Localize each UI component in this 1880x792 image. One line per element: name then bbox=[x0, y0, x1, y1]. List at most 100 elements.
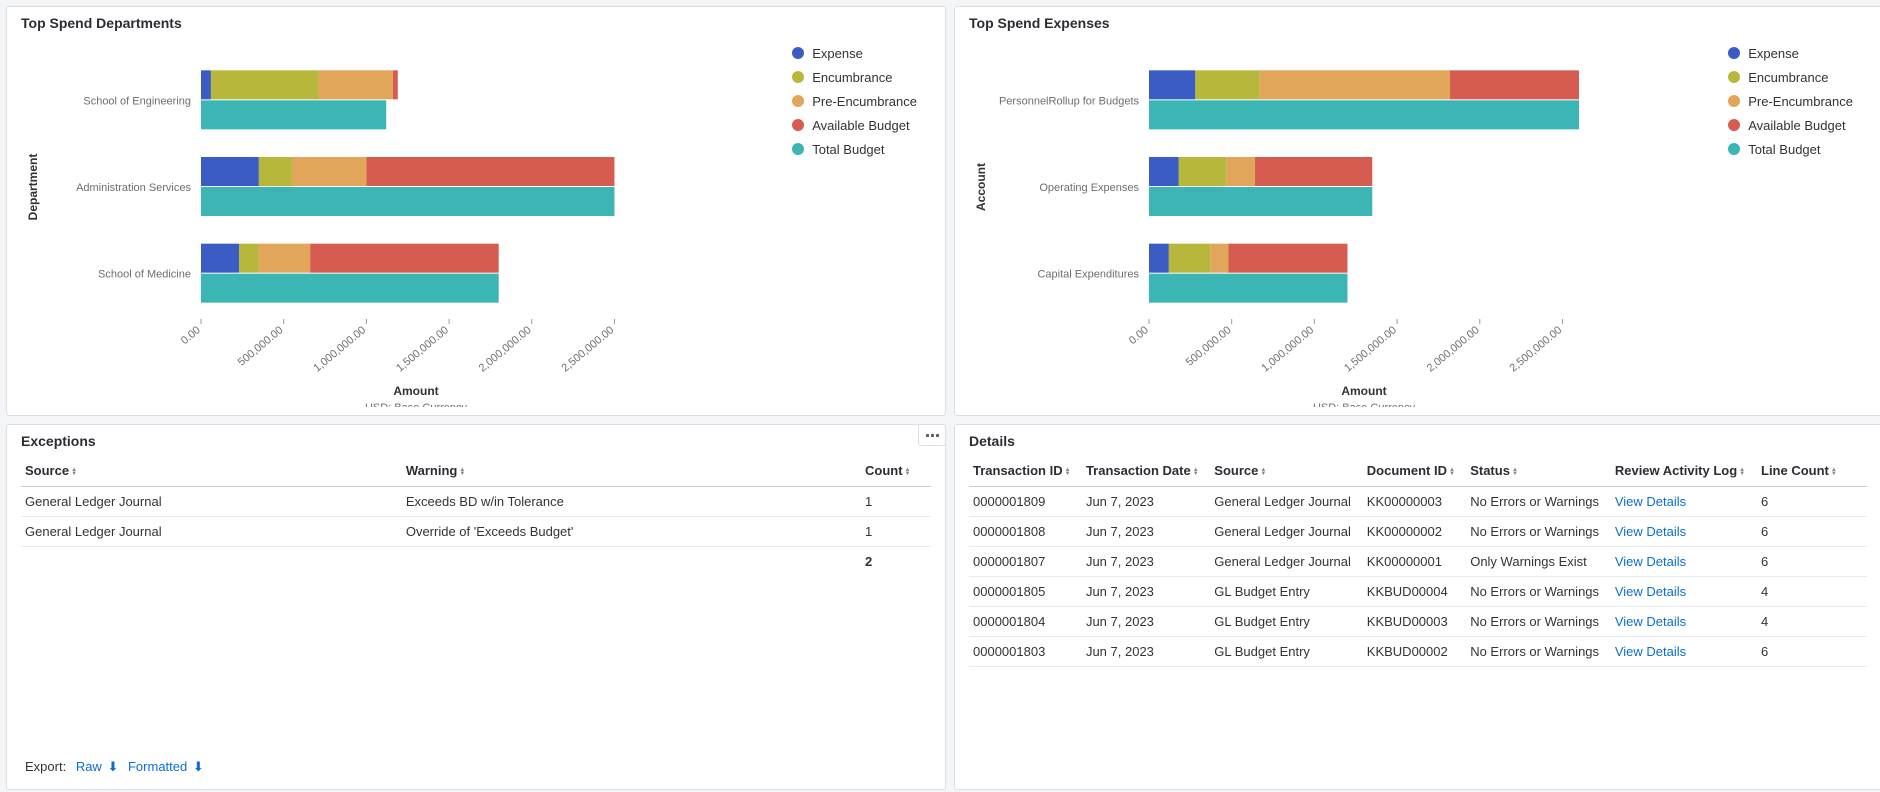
svg-text:2,500,000.00: 2,500,000.00 bbox=[1507, 324, 1564, 374]
chart-legend: Expense Encumbrance Pre-Encumbrance Availab… bbox=[792, 41, 917, 161]
cell-document-id: KKBUD00003 bbox=[1363, 607, 1466, 637]
export-raw-link[interactable]: Raw ⬇ bbox=[76, 759, 122, 774]
legend-label: Encumbrance bbox=[812, 70, 892, 85]
cell-status: No Errors or Warnings bbox=[1466, 487, 1611, 517]
table-row[interactable]: 0000001804Jun 7, 2023GL Budget EntryKKBU… bbox=[969, 607, 1867, 637]
legend-label: Expense bbox=[812, 46, 863, 61]
cell-review-log: View Details bbox=[1611, 577, 1757, 607]
table-row[interactable]: General Ledger JournalExceeds BD w/in To… bbox=[21, 487, 931, 517]
details-panel: Details Transaction IDTransaction DateSo… bbox=[954, 424, 1880, 790]
sort-icon bbox=[905, 468, 911, 476]
col-header[interactable]: Source bbox=[1210, 455, 1363, 487]
table-row[interactable]: 0000001805Jun 7, 2023GL Budget EntryKKBU… bbox=[969, 577, 1867, 607]
col-source[interactable]: Source bbox=[21, 455, 402, 487]
legend-label: Total Budget bbox=[812, 142, 884, 157]
col-header[interactable]: Transaction Date bbox=[1082, 455, 1210, 487]
cell-warning: Override of 'Exceeds Budget' bbox=[402, 517, 861, 547]
cell-source: GL Budget Entry bbox=[1210, 577, 1363, 607]
cell-transaction-date: Jun 7, 2023 bbox=[1082, 577, 1210, 607]
view-details-link[interactable]: View Details bbox=[1615, 584, 1686, 599]
legend-item[interactable]: Expense bbox=[792, 41, 917, 65]
svg-text:500,000.00: 500,000.00 bbox=[1184, 324, 1234, 369]
legend-label: Total Budget bbox=[1748, 142, 1820, 157]
table-row[interactable]: 0000001808Jun 7, 2023General Ledger Jour… bbox=[969, 517, 1867, 547]
legend-swatch-icon bbox=[792, 47, 804, 59]
cell-line-count: 6 bbox=[1757, 487, 1867, 517]
view-details-link[interactable]: View Details bbox=[1615, 554, 1686, 569]
svg-text:USD: Base Currency: USD: Base Currency bbox=[1313, 402, 1416, 407]
sort-icon bbox=[1065, 468, 1071, 476]
legend-swatch-icon bbox=[1728, 47, 1740, 59]
svg-text:2,000,000.00: 2,000,000.00 bbox=[477, 324, 534, 374]
cell-status: Only Warnings Exist bbox=[1466, 547, 1611, 577]
cell-review-log: View Details bbox=[1611, 517, 1757, 547]
svg-text:2,500,000.00: 2,500,000.00 bbox=[559, 324, 616, 374]
legend-item[interactable]: Encumbrance bbox=[792, 65, 917, 89]
svg-text:1,500,000.00: 1,500,000.00 bbox=[1342, 324, 1399, 374]
svg-text:Administration Services: Administration Services bbox=[76, 182, 191, 194]
col-header[interactable]: Transaction ID bbox=[969, 455, 1082, 487]
download-icon: ⬇ bbox=[193, 759, 204, 774]
view-details-link[interactable]: View Details bbox=[1615, 644, 1686, 659]
cell-status: No Errors or Warnings bbox=[1466, 577, 1611, 607]
cell-warning: Exceeds BD w/in Tolerance bbox=[402, 487, 861, 517]
col-header[interactable]: Review Activity Log bbox=[1611, 455, 1757, 487]
top-spend-expenses-panel: Top Spend Expenses PersonnelRollup for B… bbox=[954, 6, 1880, 416]
exceptions-table: Source Warning Count General Ledger Jour… bbox=[21, 455, 931, 576]
panel-title: Top Spend Expenses bbox=[969, 15, 1867, 31]
sort-icon bbox=[1193, 468, 1199, 476]
cell-line-count: 4 bbox=[1757, 577, 1867, 607]
legend-swatch-icon bbox=[1728, 95, 1740, 107]
legend-item[interactable]: Total Budget bbox=[792, 137, 917, 161]
cell-status: No Errors or Warnings bbox=[1466, 517, 1611, 547]
table-row[interactable]: 0000001809Jun 7, 2023General Ledger Jour… bbox=[969, 487, 1867, 517]
cell-review-log: View Details bbox=[1611, 547, 1757, 577]
cell-transaction-id: 0000001809 bbox=[969, 487, 1082, 517]
top-spend-expenses-chart: PersonnelRollup for BudgetsOperating Exp… bbox=[969, 37, 1709, 407]
legend-item[interactable]: Pre-Encumbrance bbox=[1728, 89, 1853, 113]
view-details-link[interactable]: View Details bbox=[1615, 614, 1686, 629]
panel-title: Top Spend Departments bbox=[21, 15, 931, 31]
panel-menu-button[interactable] bbox=[918, 424, 946, 446]
table-row[interactable]: 0000001807Jun 7, 2023General Ledger Jour… bbox=[969, 547, 1867, 577]
view-details-link[interactable]: View Details bbox=[1615, 524, 1686, 539]
cell-status: No Errors or Warnings bbox=[1466, 607, 1611, 637]
svg-text:USD: Base Currency: USD: Base Currency bbox=[365, 402, 468, 407]
cell-count: 1 bbox=[861, 517, 931, 547]
legend-label: Encumbrance bbox=[1748, 70, 1828, 85]
legend-swatch-icon bbox=[1728, 119, 1740, 131]
legend-item[interactable]: Total Budget bbox=[1728, 137, 1853, 161]
svg-text:School of Engineering: School of Engineering bbox=[83, 95, 191, 107]
col-header[interactable]: Document ID bbox=[1363, 455, 1466, 487]
cell-status: No Errors or Warnings bbox=[1466, 637, 1611, 667]
export-row: Export: Raw ⬇ Formatted ⬇ bbox=[25, 759, 204, 775]
cell-line-count: 6 bbox=[1757, 547, 1867, 577]
legend-item[interactable]: Available Budget bbox=[1728, 113, 1853, 137]
col-header[interactable]: Status bbox=[1466, 455, 1611, 487]
table-row[interactable]: General Ledger JournalOverride of 'Excee… bbox=[21, 517, 931, 547]
col-count[interactable]: Count bbox=[861, 455, 931, 487]
view-details-link[interactable]: View Details bbox=[1615, 494, 1686, 509]
svg-text:500,000.00: 500,000.00 bbox=[236, 324, 286, 369]
legend-item[interactable]: Pre-Encumbrance bbox=[792, 89, 917, 113]
export-formatted-link[interactable]: Formatted ⬇ bbox=[128, 759, 204, 774]
svg-text:2,000,000.00: 2,000,000.00 bbox=[1425, 324, 1482, 374]
svg-text:Operating Expenses: Operating Expenses bbox=[1039, 182, 1139, 194]
legend-swatch-icon bbox=[1728, 71, 1740, 83]
cell-document-id: KKBUD00004 bbox=[1363, 577, 1466, 607]
sort-icon bbox=[1739, 468, 1745, 476]
cell-review-log: View Details bbox=[1611, 487, 1757, 517]
col-warning[interactable]: Warning bbox=[402, 455, 861, 487]
legend-item[interactable]: Expense bbox=[1728, 41, 1853, 65]
legend-item[interactable]: Available Budget bbox=[792, 113, 917, 137]
cell-line-count: 4 bbox=[1757, 607, 1867, 637]
legend-swatch-icon bbox=[792, 95, 804, 107]
legend-item[interactable]: Encumbrance bbox=[1728, 65, 1853, 89]
cell-source: General Ledger Journal bbox=[21, 487, 402, 517]
legend-label: Available Budget bbox=[812, 118, 909, 133]
download-icon: ⬇ bbox=[107, 759, 118, 774]
legend-label: Available Budget bbox=[1748, 118, 1845, 133]
col-header[interactable]: Line Count bbox=[1757, 455, 1867, 487]
chart-legend: Expense Encumbrance Pre-Encumbrance Availab… bbox=[1728, 41, 1853, 161]
table-row[interactable]: 0000001803Jun 7, 2023GL Budget EntryKKBU… bbox=[969, 637, 1867, 667]
